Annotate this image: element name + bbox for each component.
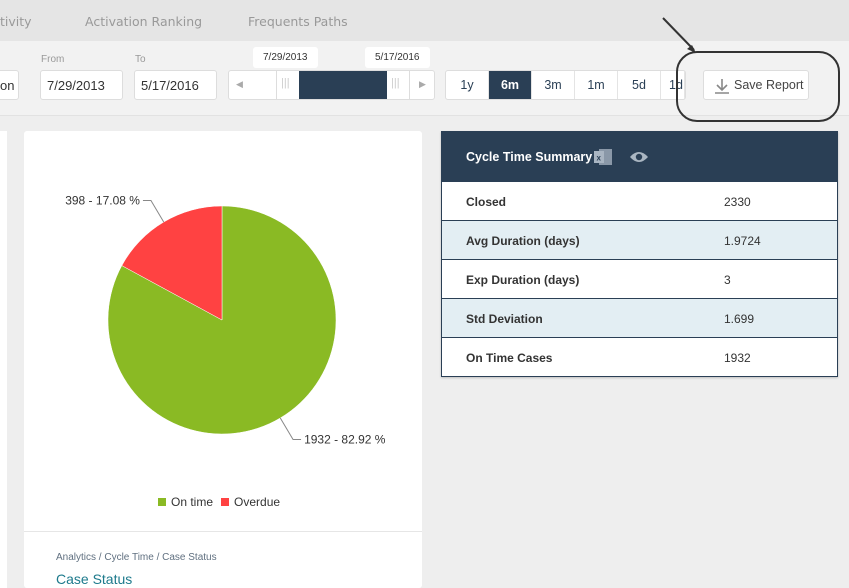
left-card bbox=[0, 131, 7, 588]
summary-value: 1.9724 bbox=[724, 234, 761, 248]
legend-swatch-on-time bbox=[158, 498, 166, 506]
left-button[interactable]: on bbox=[0, 70, 19, 100]
breadcrumb: Analytics / Cycle Time / Case Status bbox=[56, 552, 217, 563]
top-nav: tivity Activation Ranking Frequents Path… bbox=[0, 0, 849, 41]
legend-swatch-overdue bbox=[221, 498, 230, 506]
save-report-button[interactable]: Save Report bbox=[703, 70, 809, 100]
tab-activity[interactable]: tivity bbox=[0, 14, 32, 29]
section-title: Case Status bbox=[56, 571, 133, 587]
summary-row: Std Deviation 1.699 bbox=[442, 298, 837, 337]
summary-header: Cycle Time Summary x bbox=[442, 132, 837, 181]
arrow-left-icon[interactable]: ◀ bbox=[236, 79, 243, 90]
eye-icon[interactable] bbox=[629, 151, 649, 163]
to-label: To bbox=[135, 54, 146, 65]
slider-handle-left[interactable]: ||| bbox=[276, 71, 299, 99]
to-date-input[interactable]: 5/17/2016 bbox=[134, 70, 217, 100]
range-button-1y[interactable]: 1y bbox=[446, 71, 489, 99]
chart-card: 1932 - 82.92 % 398 - 17.08 % On time Over… bbox=[24, 131, 422, 588]
summary-label: Exp Duration (days) bbox=[466, 273, 580, 287]
arrow-right-icon[interactable]: ▶ bbox=[419, 79, 426, 90]
download-icon bbox=[715, 79, 729, 94]
from-date-input[interactable]: 7/29/2013 bbox=[40, 70, 123, 100]
toolbar: on From 7/29/2013 To 5/17/2016 7/29/2013… bbox=[0, 41, 849, 116]
slider-handle-right[interactable]: ||| bbox=[387, 71, 410, 99]
summary-row: Closed 2330 bbox=[442, 181, 837, 220]
summary-value: 1.699 bbox=[724, 312, 755, 326]
leader-line bbox=[279, 417, 302, 440]
tab-activation-ranking[interactable]: Activation Ranking bbox=[85, 14, 202, 29]
slider-selection[interactable] bbox=[299, 71, 387, 99]
summary-row: Exp Duration (days) 3 bbox=[442, 259, 837, 298]
range-button-6m[interactable]: 6m bbox=[489, 71, 532, 99]
save-report-label: Save Report bbox=[734, 78, 804, 92]
pie-chart: 1932 - 82.92 % 398 - 17.08 % bbox=[65, 194, 386, 447]
summary-value: 3 bbox=[724, 273, 731, 287]
range-button-5d[interactable]: 5d bbox=[618, 71, 661, 99]
divider bbox=[24, 531, 422, 532]
summary-label: Std Deviation bbox=[466, 312, 543, 326]
legend-on-time[interactable]: On time bbox=[171, 495, 213, 509]
cycle-time-summary: Cycle Time Summary x Closed 2330 Avg Durat… bbox=[441, 131, 838, 377]
summary-title: Cycle Time Summary bbox=[466, 150, 593, 164]
summary-row: On Time Cases 1932 bbox=[442, 337, 837, 376]
chart-legend: On time Overdue bbox=[158, 495, 280, 509]
summary-row: Avg Duration (days) 1.9724 bbox=[442, 220, 837, 259]
range-button-3m[interactable]: 3m bbox=[532, 71, 575, 99]
tab-frequents-paths[interactable]: Frequents Paths bbox=[248, 14, 348, 29]
leader-line bbox=[142, 200, 165, 223]
range-button-1d[interactable]: 1d bbox=[661, 71, 685, 99]
summary-value: 2330 bbox=[724, 195, 751, 209]
excel-icon[interactable]: x bbox=[594, 148, 613, 166]
svg-text:x: x bbox=[597, 154, 602, 163]
summary-label: On Time Cases bbox=[466, 351, 553, 365]
summary-label: Avg Duration (days) bbox=[466, 234, 580, 248]
legend-overdue[interactable]: Overdue bbox=[234, 495, 280, 509]
summary-label: Closed bbox=[466, 195, 507, 209]
slider-end-tooltip: 5/17/2016 bbox=[365, 47, 430, 68]
range-button-1m[interactable]: 1m bbox=[575, 71, 618, 99]
summary-value: 1932 bbox=[724, 351, 751, 365]
range-buttons: 1y 6m 3m 1m 5d 1d bbox=[445, 70, 686, 100]
slider-start-tooltip: 7/29/2013 bbox=[253, 47, 318, 68]
data-label: 398 - 17.08 % bbox=[65, 194, 140, 208]
from-label: From bbox=[41, 54, 65, 65]
data-label: 1932 - 82.92 % bbox=[304, 432, 386, 446]
date-range-slider[interactable]: ◀ ||| ||| ▶ bbox=[228, 70, 435, 100]
